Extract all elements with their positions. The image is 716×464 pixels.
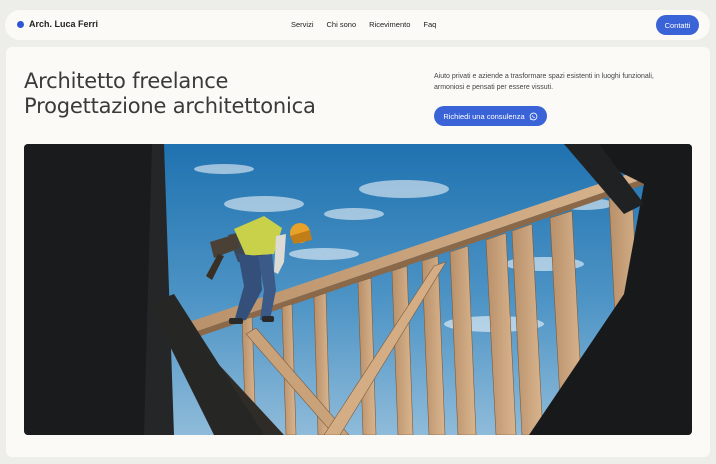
brand[interactable]: Arch. Luca Ferri [17,19,98,29]
consultation-button-label: Richiedi una consulenza [443,111,525,121]
hero-section: Architetto freelance Progettazione archi… [6,47,710,457]
nav-link-faq[interactable]: Faq [423,20,436,29]
hero-image [24,144,692,435]
nav-links: Servizi Chi sono Ricevimento Faq [291,20,436,29]
hero-title-line-1: Architetto freelance [24,69,229,93]
brand-dot-icon [17,20,24,28]
nav-link-chi-sono[interactable]: Chi sono [327,20,357,29]
brand-name: Arch. Luca Ferri [29,19,99,29]
whatsapp-icon [529,112,537,120]
nav-link-servizi[interactable]: Servizi [291,20,314,29]
nav-link-ricevimento[interactable]: Ricevimento [369,20,410,29]
top-navbar: Arch. Luca Ferri Servizi Chi sono Ricevi… [5,10,710,40]
consultation-button[interactable]: Richiedi una consulenza [434,106,547,126]
hero-title-line-2: Progettazione architettonica [24,94,316,118]
hero-title: Architetto freelance Progettazione archi… [24,69,316,119]
hero-description: Aiuto privati e aziende a trasformare sp… [434,73,654,91]
contact-button[interactable]: Contatti [656,15,699,35]
